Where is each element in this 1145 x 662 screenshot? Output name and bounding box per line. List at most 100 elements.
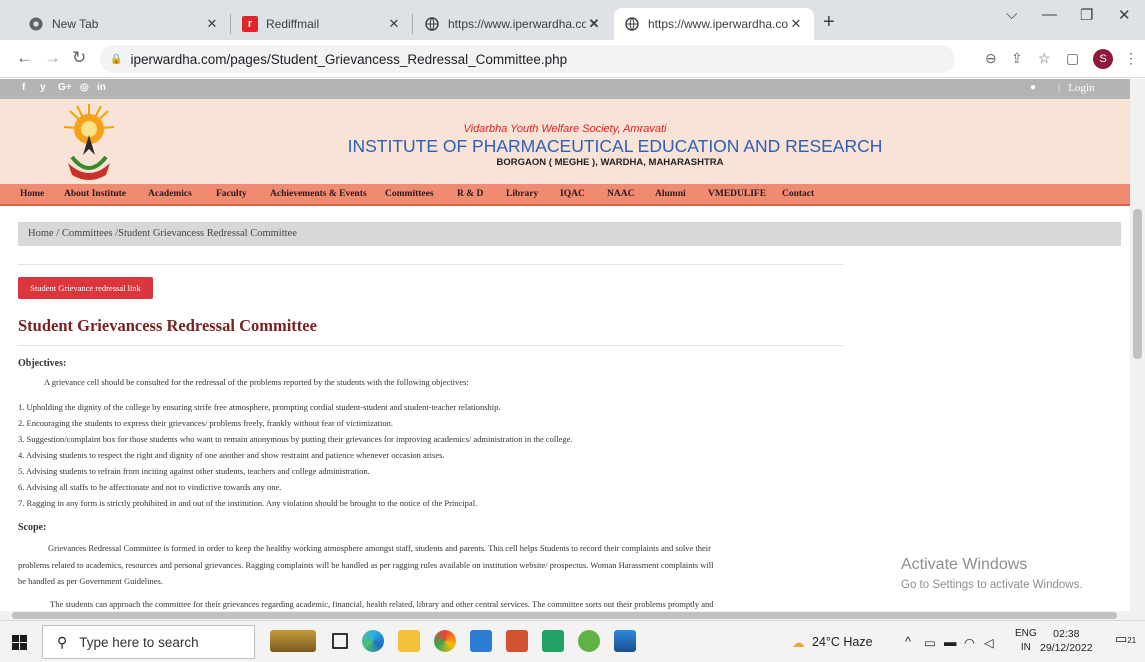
weather-text[interactable]: 24°C Haze xyxy=(812,635,873,649)
scope-paragraph: be handled as per Government Guidelines. xyxy=(18,576,163,586)
menu-naac[interactable]: NAAC xyxy=(607,189,634,199)
windows-start-icon[interactable] xyxy=(12,635,27,650)
task-view-icon[interactable] xyxy=(332,633,348,649)
divider xyxy=(18,345,843,346)
bookmark-star-icon[interactable]: ☆ xyxy=(1038,50,1051,67)
main-menu: Home About Institute Academics Faculty A… xyxy=(0,184,1130,206)
language-code: ENG xyxy=(1015,628,1037,639)
scroll-thumb[interactable] xyxy=(1133,209,1142,359)
site-header: Vidarbha Youth Welfare Society, Amravati… xyxy=(0,99,1130,184)
tab-rediffmail[interactable]: r Rediffmail ✕ xyxy=(232,8,412,40)
window-close-icon[interactable]: ✕ xyxy=(1118,6,1131,24)
windows-taskbar: ⚲ Type here to search ☁ 24°C Haze ^ ▭ ▬ … xyxy=(0,620,1145,662)
menu-vmedulife[interactable]: VMEDULIFE xyxy=(708,189,766,199)
reload-icon[interactable]: ↻ xyxy=(72,49,86,67)
browser-toolbar: ← → ↻ 🔒 iperwardha.com/pages/Student_Gri… xyxy=(0,40,1145,78)
word-icon[interactable] xyxy=(470,630,492,652)
objective-item: 1. Upholding the dignity of the college … xyxy=(18,402,501,412)
objective-item: 3. Suggestion/complaint box for those st… xyxy=(18,434,573,444)
edge-icon[interactable] xyxy=(362,630,384,652)
breadcrumb: Home / Committees /Student Grievancess R… xyxy=(18,222,1121,246)
lock-icon: 🔒 xyxy=(110,53,123,65)
login-link[interactable]: | Login xyxy=(1058,82,1094,94)
notification-icon[interactable]: ▭21 xyxy=(1115,631,1136,647)
chrome-icon xyxy=(28,16,44,32)
menu-faculty[interactable]: Faculty xyxy=(216,189,247,199)
tab-iperwardha-active[interactable]: https://www.iperwardha.com/pa ✕ xyxy=(614,8,814,40)
wifi-icon[interactable]: ◠ xyxy=(964,635,975,650)
scope-heading: Scope: xyxy=(18,522,47,533)
activate-windows-subtitle: Go to Settings to activate Windows. xyxy=(901,579,1083,591)
weather-icon[interactable]: ☁ xyxy=(792,635,805,650)
photos-icon[interactable] xyxy=(614,630,636,652)
scroll-thumb[interactable] xyxy=(12,612,1117,619)
tab-new-tab[interactable]: New Tab ✕ xyxy=(18,8,230,40)
volume-icon[interactable]: ◁ xyxy=(984,635,994,650)
menu-committees[interactable]: Committees xyxy=(385,189,434,199)
share-icon[interactable]: ⇪ xyxy=(1011,50,1023,67)
chrome-taskbar-icon[interactable] xyxy=(434,630,456,652)
objectives-intro: A grievance cell should be consulted for… xyxy=(44,377,469,387)
menu-alumni[interactable]: Alumni xyxy=(655,189,686,199)
language-indicator[interactable]: ENG IN xyxy=(1015,627,1037,655)
menu-library[interactable]: Library xyxy=(506,189,538,199)
close-icon[interactable]: ✕ xyxy=(788,16,804,32)
battery-icon[interactable]: ▬ xyxy=(944,635,957,649)
url-text: iperwardha.com/pages/Student_Grievancess… xyxy=(130,51,568,67)
close-icon[interactable]: ✕ xyxy=(386,16,402,32)
close-icon[interactable]: ✕ xyxy=(204,16,220,32)
objective-item: 6. Advising all staffs to be affectionat… xyxy=(18,482,282,492)
powerpoint-icon[interactable] xyxy=(506,630,528,652)
menu-dots-icon[interactable]: ⋮ xyxy=(1124,50,1138,67)
network-icon[interactable]: ▭ xyxy=(924,635,936,650)
vertical-scrollbar[interactable] xyxy=(1130,79,1145,611)
address-bar[interactable]: 🔒 iperwardha.com/pages/Student_Grievance… xyxy=(100,45,955,73)
new-tab-button[interactable]: + xyxy=(823,12,835,32)
menu-r-and-d[interactable]: R & D xyxy=(457,189,483,199)
clock-date: 29/12/2022 xyxy=(1040,642,1093,654)
zoom-icon[interactable]: ⊖ xyxy=(985,50,997,67)
chevron-down-icon[interactable]: ⌵ xyxy=(1006,6,1017,23)
institute-location: BORGAON ( MEGHE ), WARDHA, MAHARASHTRA xyxy=(496,157,724,168)
browser-tab-strip: New Tab ✕ r Rediffmail ✕ https://www.ipe… xyxy=(0,0,1145,40)
tab-iperwardha-1[interactable]: https://www.iperwardha.com/pa ✕ xyxy=(414,8,612,40)
menu-about-institute[interactable]: About Institute xyxy=(64,189,126,199)
close-icon[interactable]: ✕ xyxy=(586,16,602,32)
menu-contact[interactable]: Contact xyxy=(782,189,814,199)
grievance-link-button[interactable]: Student Grievance redressal link xyxy=(18,277,153,299)
profile-avatar[interactable]: S xyxy=(1093,49,1113,69)
side-panel-icon[interactable]: ▢ xyxy=(1066,50,1079,67)
menu-iqac[interactable]: IQAC xyxy=(560,189,585,199)
google-plus-icon[interactable]: G+ xyxy=(58,82,72,93)
instagram-icon[interactable]: ◎ xyxy=(80,82,89,93)
institute-name: INSTITUTE OF PHARMACEUTICAL EDUCATION AN… xyxy=(347,136,883,156)
chevron-up-icon[interactable]: ^ xyxy=(905,635,911,649)
facebook-icon[interactable]: f xyxy=(22,82,25,93)
scope-paragraph: Grievances Redressal Committee is formed… xyxy=(48,543,711,553)
divider xyxy=(18,264,843,265)
minimize-icon[interactable]: — xyxy=(1042,6,1057,23)
linkedin-icon[interactable]: in xyxy=(97,82,106,93)
messaging-app-icon[interactable] xyxy=(578,630,600,652)
tab-title: https://www.iperwardha.com/pa xyxy=(448,17,586,31)
clock[interactable]: 02:38 29/12/2022 xyxy=(1040,627,1093,655)
restore-icon[interactable]: ❐ xyxy=(1080,6,1093,24)
scope-paragraph: The students can approach the committee … xyxy=(50,599,714,609)
menu-achievements-events[interactable]: Achievements & Events xyxy=(270,189,367,199)
scope-paragraph: problems related to academics, resources… xyxy=(18,560,714,570)
social-strip: f y G+ ◎ in ● | Login xyxy=(0,79,1130,99)
news-widget-icon[interactable] xyxy=(270,630,316,652)
globe-icon xyxy=(424,16,440,32)
file-explorer-icon[interactable] xyxy=(398,630,420,652)
objective-item: 7. Ragging in any form is strictly prohi… xyxy=(18,498,478,508)
excel-icon[interactable] xyxy=(542,630,564,652)
lock-icon: ● xyxy=(1030,82,1037,93)
back-arrow-icon[interactable]: ← xyxy=(16,49,33,67)
tab-title: New Tab xyxy=(52,17,99,31)
taskbar-search[interactable]: ⚲ Type here to search xyxy=(42,625,255,659)
twitter-icon[interactable]: y xyxy=(40,82,46,93)
menu-home[interactable]: Home xyxy=(20,189,44,199)
horizontal-scrollbar[interactable] xyxy=(0,611,1145,620)
forward-arrow-icon[interactable]: → xyxy=(44,49,61,67)
menu-academics[interactable]: Academics xyxy=(148,189,192,199)
